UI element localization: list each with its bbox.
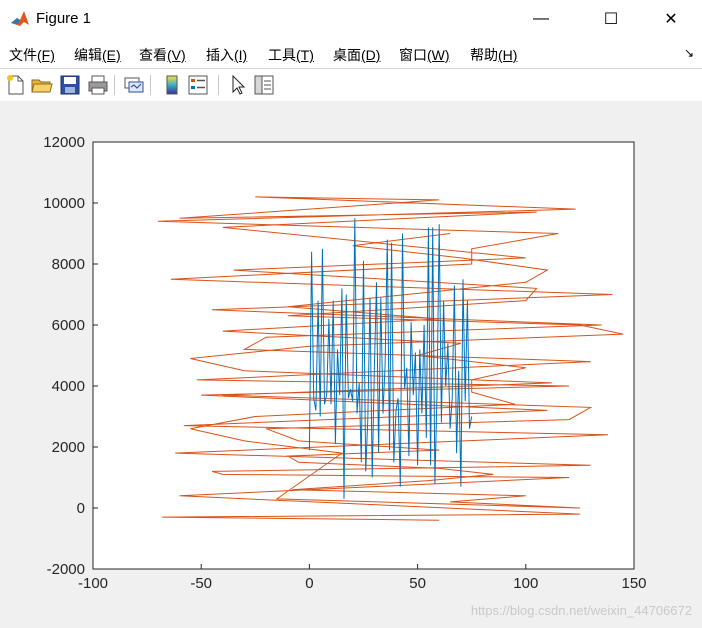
maximize-button[interactable]: ☐ (588, 0, 634, 38)
y-tick-label: 8000 (52, 256, 85, 273)
property-editor-icon[interactable] (252, 73, 276, 97)
x-tick-label: 150 (621, 575, 646, 592)
y-tick-label: 2000 (52, 439, 85, 456)
menu-window[interactable]: 窗口(W) (399, 45, 450, 65)
y-axis: -2000 0 2000 4000 6000 8000 10000 12000 (43, 134, 98, 578)
print-icon[interactable] (86, 73, 110, 97)
menu-file[interactable]: 文件(F) (9, 45, 55, 65)
menu-overflow-icon[interactable]: ↘ (684, 46, 694, 60)
open-file-icon[interactable] (30, 73, 54, 97)
close-button[interactable]: ✕ (648, 0, 694, 38)
tool-bar (0, 68, 702, 102)
menu-view[interactable]: 查看(V) (139, 45, 186, 65)
save-icon[interactable] (58, 73, 82, 97)
legend-icon[interactable] (186, 73, 210, 97)
y-tick-label: 10000 (43, 195, 85, 212)
toolbar-separator (150, 75, 151, 95)
toolbar-separator (218, 75, 219, 95)
x-tick-label: -50 (190, 575, 212, 592)
menu-tools[interactable]: 工具(T) (268, 45, 314, 65)
plot-area[interactable]: -100 -50 0 50 100 150 -2000020004000600080001… (0, 101, 702, 628)
menu-edit[interactable]: 编辑(E) (74, 45, 121, 65)
menu-insert[interactable]: 插入(I) (206, 45, 247, 65)
y-tick-label: 4000 (52, 378, 85, 395)
x-tick-label: 50 (409, 575, 426, 592)
x-tick-label: 0 (305, 575, 313, 592)
y-tick-label: 6000 (52, 317, 85, 334)
toolbar-separator (114, 75, 115, 95)
colorbar-icon[interactable] (160, 73, 184, 97)
matlab-icon (10, 9, 30, 29)
watermark-text: https://blog.csdn.net/weixin_44706672 (470, 603, 692, 618)
y-tick-label: 12000 (43, 134, 85, 151)
window-title: Figure 1 (36, 10, 92, 27)
x-tick-label: 100 (513, 575, 538, 592)
new-figure-icon[interactable] (4, 73, 28, 97)
y-tick-label: 0 (77, 500, 85, 517)
pointer-icon[interactable] (226, 73, 250, 97)
menu-help[interactable]: 帮助(H) (470, 45, 517, 65)
minimize-button[interactable]: — (518, 0, 564, 38)
minimize-icon: — (533, 10, 549, 27)
axes-box (92, 141, 635, 570)
maximize-icon: ☐ (603, 11, 619, 28)
y-tick-label: -2000 (47, 561, 85, 578)
close-icon: ✕ (664, 11, 678, 28)
menu-bar: 文件(F) 编辑(E) 查看(V) 插入(I) 工具(T) 桌面(D) 窗口(W… (0, 38, 702, 68)
menu-desktop[interactable]: 桌面(D) (333, 45, 380, 65)
link-plot-icon[interactable] (122, 73, 146, 97)
title-bar: Figure 1 — ☐ ✕ (0, 0, 702, 38)
